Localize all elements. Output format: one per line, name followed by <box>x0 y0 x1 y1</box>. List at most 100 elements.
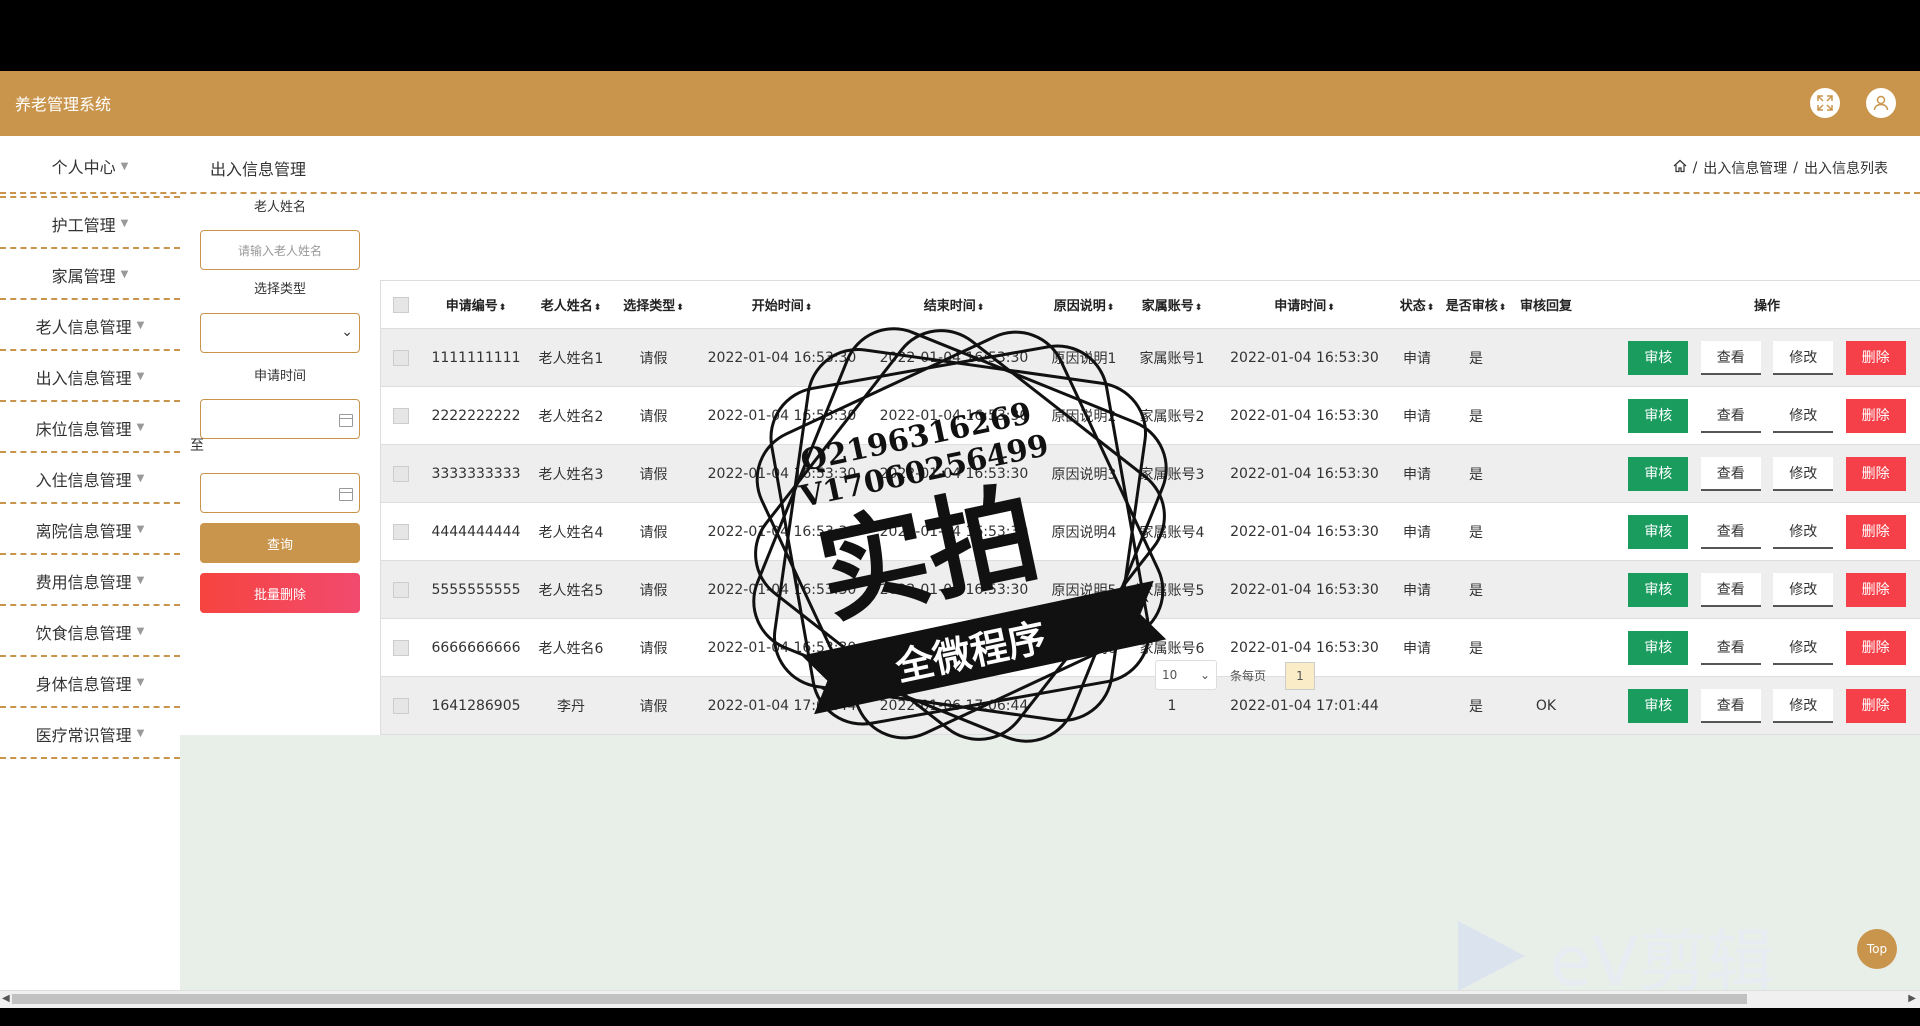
user-icon[interactable] <box>1866 88 1896 118</box>
scroll-left-icon[interactable]: ◀ <box>2 993 10 1004</box>
scrollbar-thumb[interactable] <box>12 994 1747 1004</box>
delete-button[interactable]: 删除 <box>1845 630 1906 665</box>
batch-delete-button[interactable]: 批量删除 <box>200 573 360 613</box>
view-button[interactable]: 查看 <box>1700 514 1761 549</box>
table-row: 1641286905 李丹 请假 2022-01-04 17:01:44 2022-01… <box>381 676 1920 734</box>
edit-button[interactable]: 修改 <box>1773 514 1834 549</box>
type-select[interactable]: ⌄ <box>200 313 360 353</box>
table-cell: 家属账号4 <box>1128 502 1216 561</box>
table-cell <box>1511 502 1581 561</box>
row-checkbox[interactable] <box>381 618 421 677</box>
delete-button[interactable]: 删除 <box>1845 514 1906 549</box>
column-header[interactable]: 状态⬍ <box>1393 281 1441 329</box>
table-cell: 6666666666 <box>421 618 531 677</box>
chevron-down-icon: ▼ <box>136 626 145 637</box>
view-button[interactable]: 查看 <box>1700 456 1761 491</box>
delete-button[interactable]: 删除 <box>1845 340 1906 375</box>
column-header[interactable]: 选择类型⬍ <box>611 281 696 329</box>
table-cell: 3333333333 <box>421 444 531 503</box>
start-date-input[interactable] <box>200 399 360 439</box>
view-button[interactable]: 查看 <box>1700 398 1761 433</box>
audit-button[interactable]: 审核 <box>1628 514 1689 549</box>
page-title: 出入信息管理 <box>210 160 307 179</box>
audit-button[interactable]: 审核 <box>1628 630 1689 665</box>
audit-button[interactable]: 审核 <box>1628 340 1689 375</box>
sidebar-item-health-info[interactable]: 身体信息管理 ▼ <box>0 659 180 708</box>
table-cell: 5555555555 <box>421 560 531 619</box>
elder-name-input[interactable]: 请输入老人姓名 <box>200 230 360 270</box>
edit-button[interactable]: 修改 <box>1773 340 1834 375</box>
view-button[interactable]: 查看 <box>1700 688 1761 723</box>
chevron-down-icon: ⌄ <box>1199 668 1210 682</box>
delete-button[interactable]: 删除 <box>1845 398 1906 433</box>
edit-button[interactable]: 修改 <box>1773 572 1834 607</box>
audit-button[interactable]: 审核 <box>1628 688 1689 723</box>
query-button[interactable]: 查询 <box>200 523 360 563</box>
end-date-input[interactable] <box>200 473 360 513</box>
edit-button[interactable]: 修改 <box>1773 688 1834 723</box>
table-cell: 2022-01-04 16:53:30 <box>696 444 868 503</box>
edit-button[interactable]: 修改 <box>1773 398 1834 433</box>
table-cell: 老人姓名5 <box>531 560 611 619</box>
table-cell: 2022-01-04 16:53:30 <box>1216 386 1393 445</box>
breadcrumb-item[interactable]: 出入信息管理 <box>1703 158 1787 178</box>
sidebar-item-elder-info[interactable]: 老人信息管理 ▼ <box>0 302 180 351</box>
audit-button[interactable]: 审核 <box>1628 572 1689 607</box>
chevron-down-icon: ▼ <box>120 218 129 229</box>
row-checkbox[interactable] <box>381 502 421 561</box>
page-size-select[interactable]: 10 ⌄ <box>1155 660 1217 690</box>
sidebar-item-discharge-info[interactable]: 离院信息管理 ▼ <box>0 506 180 555</box>
table-cell: 2022-01-04 16:53:30 <box>868 328 1040 387</box>
row-checkbox[interactable] <box>381 676 421 734</box>
horizontal-scrollbar[interactable]: ◀ ▶ <box>0 990 1920 1008</box>
sidebar-item-checkin-info[interactable]: 入住信息管理 ▼ <box>0 455 180 504</box>
sidebar-item-medical-knowledge[interactable]: 医疗常识管理 ▼ <box>0 710 180 759</box>
table-cell: 原因说明6 <box>1040 618 1128 677</box>
sidebar-item-family[interactable]: 家属管理 ▼ <box>0 251 180 300</box>
sort-icon: ⬍ <box>1426 303 1435 313</box>
chevron-down-icon: ▼ <box>136 422 145 433</box>
breadcrumb-item: 出入信息列表 <box>1804 161 1888 177</box>
row-checkbox[interactable] <box>381 328 421 387</box>
fullscreen-icon[interactable] <box>1810 88 1840 118</box>
sidebar-item-caregiver[interactable]: 护工管理 ▼ <box>0 200 180 249</box>
table-cell: 2022-01-04 16:53:30 <box>696 502 868 561</box>
page-number-current[interactable]: 1 <box>1285 662 1315 690</box>
table-cell: 家属账号5 <box>1128 560 1216 619</box>
audit-button[interactable]: 审核 <box>1628 456 1689 491</box>
sidebar-item-diet-info[interactable]: 饮食信息管理 ▼ <box>0 608 180 657</box>
edit-button[interactable]: 修改 <box>1773 630 1834 665</box>
delete-button[interactable]: 删除 <box>1845 456 1906 491</box>
column-header[interactable]: 申请编号⬍ <box>421 281 531 329</box>
column-header[interactable]: 申请时间⬍ <box>1216 281 1393 329</box>
column-header[interactable]: 原因说明⬍ <box>1040 281 1128 329</box>
column-header[interactable]: 家属账号⬍ <box>1128 281 1216 329</box>
column-header[interactable]: 开始时间⬍ <box>696 281 868 329</box>
row-checkbox[interactable] <box>381 386 421 445</box>
view-button[interactable]: 查看 <box>1700 630 1761 665</box>
row-actions: 审核 查看 修改 删除 <box>1581 676 1920 734</box>
row-checkbox[interactable] <box>381 560 421 619</box>
view-button[interactable]: 查看 <box>1700 340 1761 375</box>
row-checkbox[interactable] <box>381 444 421 503</box>
table-cell <box>1040 676 1128 734</box>
delete-button[interactable]: 删除 <box>1845 572 1906 607</box>
home-icon[interactable] <box>1673 159 1687 177</box>
audit-button[interactable]: 审核 <box>1628 398 1689 433</box>
select-all-checkbox[interactable] <box>381 281 421 329</box>
table-cell: 4444444444 <box>421 502 531 561</box>
scroll-right-icon[interactable]: ▶ <box>1908 993 1916 1004</box>
sidebar-item-fee-info[interactable]: 费用信息管理 ▼ <box>0 557 180 606</box>
column-header[interactable]: 老人姓名⬍ <box>531 281 611 329</box>
table-cell: 是 <box>1441 560 1511 619</box>
edit-button[interactable]: 修改 <box>1773 456 1834 491</box>
column-header[interactable]: 结束时间⬍ <box>868 281 1040 329</box>
table-row: 2222222222 老人姓名2 请假 2022-01-04 16:53:30 2022… <box>381 386 1920 445</box>
back-to-top-button[interactable]: Top <box>1857 929 1897 969</box>
content-panel: 出入信息管理 / 出入信息管理 / 出入信息列表 老人姓名 请输入老人姓名 选择… <box>0 136 1920 735</box>
column-header[interactable]: 是否审核⬍ <box>1441 281 1511 329</box>
delete-button[interactable]: 删除 <box>1845 688 1906 723</box>
view-button[interactable]: 查看 <box>1700 572 1761 607</box>
sidebar-item-inout-info[interactable]: 出入信息管理 ▼ <box>0 353 180 402</box>
sidebar-item-bed-info[interactable]: 床位信息管理 ▼ <box>0 404 180 453</box>
